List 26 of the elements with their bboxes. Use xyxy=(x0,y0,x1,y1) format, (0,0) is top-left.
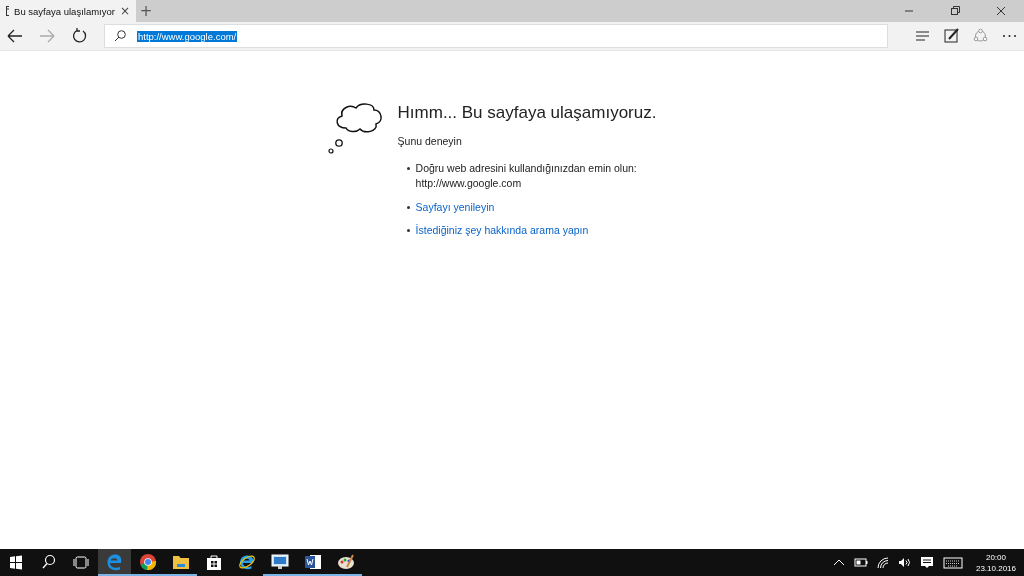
chrome-icon xyxy=(138,552,157,571)
url-text: http://www.google.com/ xyxy=(137,30,238,42)
ie-icon xyxy=(237,552,256,571)
clock-date: 23.10.2016 xyxy=(975,562,1016,574)
monitor-icon xyxy=(270,552,289,571)
error-heading: Hımm... Bu sayfaya ulaşamıyoruz. xyxy=(397,103,657,123)
bullet-icon xyxy=(406,229,410,232)
bullet-icon xyxy=(406,206,410,209)
word-document-icon xyxy=(303,552,322,571)
suggestion-link[interactable]: Sayfayı yenileyin xyxy=(415,200,495,214)
browser-tab[interactable]: Bu sayfaya ulaşılamıyor × xyxy=(0,0,136,22)
suggestion-text: Doğru web adresini kullandığınızdan emin olun: http://www.google.com xyxy=(415,161,637,191)
address-field[interactable]: http://www.google.com/ xyxy=(104,24,888,48)
suggestion-heading: Şunu deneyin xyxy=(397,135,463,147)
clock-time: 20:00 xyxy=(985,551,1006,563)
tab-title: Bu sayfaya ulaşılamıyor xyxy=(14,5,115,17)
suggestion-link[interactable]: İstediğiniz şey hakkında arama yapın xyxy=(415,223,589,237)
edge-e-icon xyxy=(105,552,124,571)
clock[interactable]: 20:00 23.10.2016 xyxy=(967,549,1024,576)
store-bag-icon xyxy=(204,552,223,571)
search-icon xyxy=(113,29,127,43)
new-tab-button[interactable]: + xyxy=(136,0,156,22)
close-tab-button[interactable]: × xyxy=(119,4,130,18)
edge-taskbar-button[interactable] xyxy=(98,549,131,576)
bullet-icon xyxy=(406,167,410,170)
palette-icon xyxy=(336,552,355,571)
